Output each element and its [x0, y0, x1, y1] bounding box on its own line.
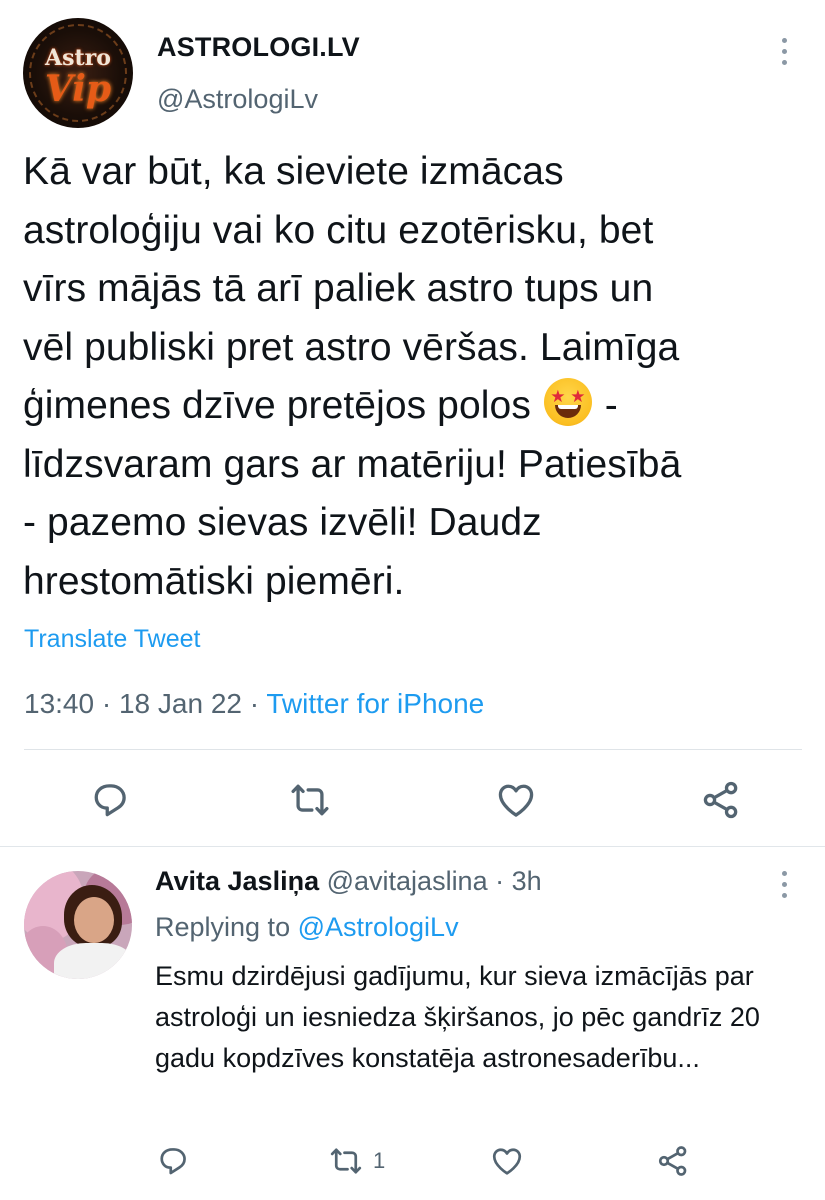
reply-author-name[interactable]: Avita Jasliņa	[155, 866, 319, 896]
tweet-source-link[interactable]: Twitter for iPhone	[266, 688, 484, 719]
retweet-count: 1	[373, 1148, 386, 1173]
reply-like-button[interactable]	[489, 1143, 525, 1179]
replying-to-link[interactable]: @AstrologiLv	[298, 912, 459, 942]
tweet-separator	[0, 846, 825, 847]
avatar-logo-text-bottom: Vip	[44, 68, 112, 110]
star-struck-emoji: ★ ★	[543, 378, 592, 426]
divider	[24, 749, 802, 750]
reply-author-handle[interactable]: @avitajaslina	[327, 866, 488, 896]
reply-author-avatar[interactable]	[24, 871, 132, 979]
retweet-icon	[330, 1148, 362, 1174]
reply-separator: ·	[487, 866, 512, 896]
like-icon	[492, 1148, 522, 1175]
share-icon	[658, 1146, 687, 1176]
reply-actions-bar	[0, 1141, 825, 1181]
more-vertical-icon	[782, 871, 788, 899]
tweet-actions-bar	[0, 778, 825, 822]
reply-header: Avita Jasliņa @avitajaslina · 3h	[155, 866, 542, 897]
like-button[interactable]	[494, 778, 538, 822]
reply-text: Esmu dzirdējusi gadījumu, kur sieva izmā…	[155, 961, 760, 1073]
share-icon	[703, 781, 738, 819]
retweet-button[interactable]	[288, 778, 332, 822]
more-options-button[interactable]	[770, 37, 800, 67]
reply-share-button[interactable]	[655, 1143, 691, 1179]
more-vertical-icon	[782, 38, 788, 66]
replying-to-label: Replying to	[155, 912, 298, 942]
tweet-time[interactable]: 13:40	[24, 688, 94, 719]
reply-more-options-button[interactable]	[770, 870, 800, 900]
reply-icon	[160, 1148, 186, 1175]
reply-icon	[94, 784, 126, 817]
author-name[interactable]: ASTROLOGI.LV	[157, 32, 360, 63]
meta-separator: ·	[94, 688, 119, 719]
like-icon	[498, 784, 534, 817]
tweet-date[interactable]: 18 Jan 22	[119, 688, 242, 719]
reply-reply-button[interactable]	[155, 1143, 191, 1179]
tweet-metadata: 13:40 · 18 Jan 22 · Twitter for iPhone	[24, 688, 484, 720]
reply-time[interactable]: 3h	[512, 866, 542, 896]
replying-to: Replying to @AstrologiLv	[155, 912, 459, 943]
tweet-text: Kā var būt, ka sieviete izmācas astroloģ…	[23, 143, 813, 611]
reply-retweet-button[interactable]	[328, 1143, 364, 1179]
author-avatar[interactable]: Astro Vip	[23, 18, 133, 128]
meta-separator: ·	[241, 688, 267, 719]
author-handle[interactable]: @AstrologiLv	[157, 84, 318, 115]
retweet-icon	[291, 784, 329, 816]
reply-button[interactable]	[88, 778, 132, 822]
share-button[interactable]	[699, 778, 743, 822]
translate-tweet-link[interactable]: Translate Tweet	[24, 625, 200, 654]
